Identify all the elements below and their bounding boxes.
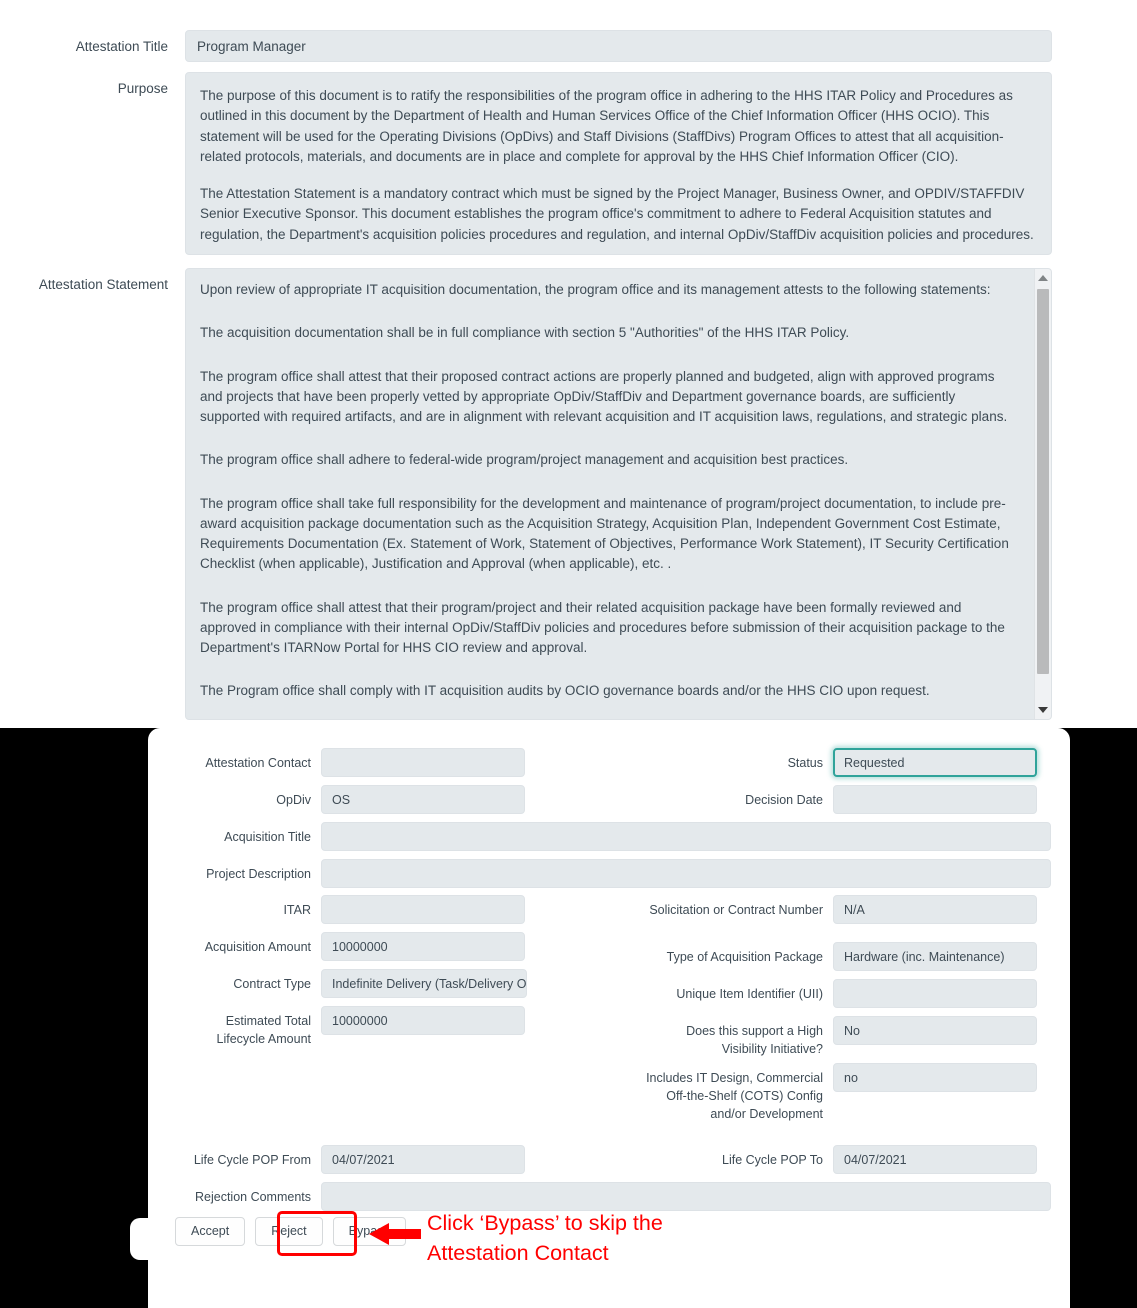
screenshot-root: Attestation Title Program Manager Purpos… bbox=[0, 0, 1137, 1308]
label-attestation-title: Attestation Title bbox=[75, 39, 168, 54]
textarea-attestation-statement[interactable]: Upon review of appropriate IT acquisitio… bbox=[185, 268, 1052, 720]
field-row-life-cycle-pop-to: Life Cycle POP To 04/07/2021 bbox=[638, 1145, 1037, 1174]
label-attestation-contact: Attestation Contact bbox=[205, 756, 311, 770]
field-row-life-cycle-pop-from: Life Cycle POP From 04/07/2021 bbox=[175, 1145, 525, 1174]
purpose-paragraph: The purpose of this document is to ratif… bbox=[200, 88, 1013, 164]
label-purpose: Purpose bbox=[117, 81, 168, 96]
input-decision-date[interactable] bbox=[833, 785, 1037, 814]
field-row-status: Status Requested bbox=[638, 748, 1037, 777]
input-life-cycle-pop-to[interactable]: 04/07/2021 bbox=[833, 1145, 1037, 1174]
field-row-estimated-total-lifecycle-amount: Estimated Total Lifecycle Amount 1000000… bbox=[175, 1006, 525, 1048]
accept-button[interactable]: Accept bbox=[175, 1217, 246, 1246]
attestation-document-section: Attestation Title Program Manager Purpos… bbox=[0, 0, 1137, 728]
scrollbar-thumb[interactable] bbox=[1037, 289, 1049, 674]
input-attestation-title[interactable]: Program Manager bbox=[185, 30, 1052, 62]
bypass-highlight-box bbox=[277, 1211, 357, 1256]
left-arrow-icon bbox=[369, 1222, 421, 1246]
label-itar: ITAR bbox=[283, 903, 311, 917]
field-row-attestation-title: Attestation Title Program Manager bbox=[0, 30, 1137, 62]
input-acquisition-amount[interactable]: 10000000 bbox=[321, 932, 525, 961]
statement-paragraph: The program office shall take full respo… bbox=[200, 495, 1009, 572]
field-row-purpose: Purpose The purpose of this document is … bbox=[0, 72, 1137, 255]
input-solicitation-number[interactable]: N/A bbox=[833, 895, 1037, 924]
label-type-of-acquisition-package: Type of Acquisition Package bbox=[666, 950, 823, 964]
input-includes-it-design[interactable]: no bbox=[833, 1063, 1037, 1092]
field-row-itar: ITAR bbox=[175, 895, 525, 924]
field-row-project-description: Project Description bbox=[175, 859, 1051, 888]
input-estimated-total-lifecycle-amount[interactable]: 10000000 bbox=[321, 1006, 525, 1035]
field-row-attestation-contact: Attestation Contact bbox=[175, 748, 525, 777]
label-acquisition-amount: Acquisition Amount bbox=[204, 940, 311, 954]
purpose-paragraph: The Attestation Statement is a mandatory… bbox=[200, 186, 1034, 242]
statement-paragraph: The Program office shall comply with IT … bbox=[200, 683, 930, 699]
input-type-of-acquisition-package[interactable]: Hardware (inc. Maintenance) bbox=[833, 942, 1037, 971]
field-row-solicitation-number: Solicitation or Contract Number N/A bbox=[638, 895, 1037, 924]
field-row-unique-item-identifier: Unique Item Identifier (UII) bbox=[638, 979, 1037, 1008]
input-attestation-contact[interactable] bbox=[321, 748, 525, 777]
statement-paragraph: Upon review of appropriate IT acquisitio… bbox=[200, 282, 991, 297]
label-solicitation-number: Solicitation or Contract Number bbox=[649, 903, 823, 917]
statement-paragraph: The program office shall adhere to feder… bbox=[200, 452, 849, 468]
label-life-cycle-pop-from: Life Cycle POP From bbox=[193, 1153, 311, 1167]
field-row-includes-it-design: Includes IT Design, Commercial Off-the-S… bbox=[638, 1063, 1037, 1123]
input-opdiv[interactable]: OS bbox=[321, 785, 525, 814]
label-rejection-comments: Rejection Comments bbox=[194, 1190, 311, 1204]
field-row-decision-date: Decision Date bbox=[638, 785, 1037, 814]
annotation-text: Click ‘Bypass’ to skip the Attestation C… bbox=[427, 1209, 777, 1268]
label-decision-date: Decision Date bbox=[745, 793, 823, 807]
field-row-high-visibility-initiative: Does this support a High Visibility Init… bbox=[638, 1016, 1037, 1058]
label-high-visibility-initiative: Does this support a High Visibility Init… bbox=[686, 1024, 823, 1057]
label-status: Status bbox=[787, 756, 823, 770]
field-row-acquisition-title: Acquisition Title bbox=[175, 822, 1051, 851]
label-estimated-total-lifecycle-amount: Estimated Total Lifecycle Amount bbox=[216, 1014, 312, 1047]
input-contract-type[interactable]: Indefinite Delivery (Task/Delivery Order bbox=[321, 969, 527, 998]
label-contract-type: Contract Type bbox=[233, 977, 311, 991]
label-opdiv: OpDiv bbox=[276, 793, 311, 807]
scrollbar-vertical[interactable] bbox=[1034, 269, 1051, 719]
input-life-cycle-pop-from[interactable]: 04/07/2021 bbox=[321, 1145, 525, 1174]
input-project-description[interactable] bbox=[321, 859, 1051, 888]
input-high-visibility-initiative[interactable]: No bbox=[833, 1016, 1037, 1045]
scroll-up-icon[interactable] bbox=[1035, 270, 1051, 286]
input-status[interactable]: Requested bbox=[833, 748, 1037, 777]
textarea-purpose[interactable]: The purpose of this document is to ratif… bbox=[185, 72, 1052, 255]
field-row-contract-type: Contract Type Indefinite Delivery (Task/… bbox=[175, 969, 527, 998]
statement-paragraph: The acquisition documentation shall be i… bbox=[200, 325, 850, 341]
input-acquisition-title[interactable] bbox=[321, 822, 1051, 851]
input-rejection-comments[interactable] bbox=[321, 1182, 1051, 1211]
annotation-line-1: Click ‘Bypass’ to skip the bbox=[427, 1211, 663, 1235]
label-project-description: Project Description bbox=[206, 867, 311, 881]
label-includes-it-design: Includes IT Design, Commercial Off-the-S… bbox=[646, 1071, 823, 1122]
field-row-type-of-acquisition-package: Type of Acquisition Package Hardware (in… bbox=[638, 942, 1037, 971]
attestation-statement-content: Upon review of appropriate IT acquisitio… bbox=[186, 269, 1026, 719]
field-row-opdiv: OpDiv OS bbox=[175, 785, 525, 814]
label-acquisition-title: Acquisition Title bbox=[224, 830, 311, 844]
field-row-rejection-comments: Rejection Comments bbox=[175, 1182, 1051, 1211]
label-unique-item-identifier: Unique Item Identifier (UII) bbox=[676, 987, 823, 1001]
field-row-attestation-statement: Attestation Statement Upon review of app… bbox=[0, 268, 1137, 720]
input-unique-item-identifier[interactable] bbox=[833, 979, 1037, 1008]
scroll-down-icon[interactable] bbox=[1035, 702, 1051, 718]
label-life-cycle-pop-to: Life Cycle POP To bbox=[722, 1153, 823, 1167]
input-itar[interactable] bbox=[321, 895, 525, 924]
statement-paragraph: The program office shall attest that the… bbox=[200, 599, 1005, 656]
field-row-acquisition-amount: Acquisition Amount 10000000 bbox=[175, 932, 525, 961]
statement-paragraph: The program office shall attest that the… bbox=[200, 368, 1008, 425]
annotation-line-2: Attestation Contact bbox=[427, 1240, 609, 1265]
label-attestation-statement: Attestation Statement bbox=[38, 277, 168, 292]
